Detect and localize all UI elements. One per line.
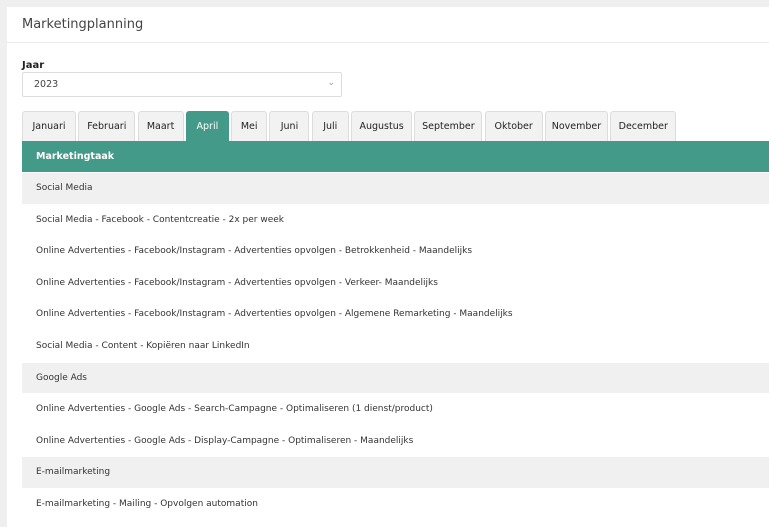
chevron-down-icon: ⌄ (327, 78, 335, 88)
tab-november[interactable]: November (544, 111, 608, 141)
group-row: E-mailmarketing (22, 456, 769, 488)
year-label: Jaar (22, 60, 45, 71)
tab-maart[interactable]: Maart (137, 111, 184, 141)
tab-juni[interactable]: Juni (269, 111, 310, 141)
table-row[interactable]: Social Media - Facebook - Contentcreatie… (22, 203, 769, 236)
table-row[interactable]: Online Advertenties - Facebook/Instagram… (22, 235, 769, 267)
group-row: Google Ads (22, 361, 769, 394)
tab-december[interactable]: December (610, 111, 677, 141)
marketing-planning-card: Marketingplanning Jaar 2023 ⌄ Januari Feb… (7, 7, 769, 527)
column-header-marketingtaak: Marketingtaak (22, 141, 769, 172)
tab-september[interactable]: September (414, 111, 483, 141)
year-value: 2023 (34, 79, 59, 90)
tab-april[interactable]: April (185, 111, 229, 141)
table-row[interactable]: Online Advertenties - Facebook/Instagram… (22, 266, 769, 299)
tab-februari[interactable]: Februari (78, 111, 136, 141)
table-row[interactable]: Social Media - Content - Kopiëren naar L… (22, 329, 769, 362)
table-row[interactable]: Online Advertenties - Google Ads - Searc… (22, 393, 769, 425)
tab-januari[interactable]: Januari (22, 111, 76, 141)
group-row: Social Media (22, 172, 769, 204)
table-row[interactable]: Online Advertenties - Google Ads - Displ… (22, 424, 769, 457)
page-title: Marketingplanning (7, 7, 769, 43)
month-tabs: Januari Februari Maart April Mei Juni Juli Augu… (22, 111, 679, 141)
table-row[interactable]: E-mailmarketing - Mailing - Opvolgen aut… (22, 487, 769, 520)
tab-juli[interactable]: Juli (311, 111, 349, 141)
tab-mei[interactable]: Mei (231, 111, 268, 141)
table-row[interactable]: Online Advertenties - Facebook/Instagram… (22, 298, 769, 330)
tab-oktober[interactable]: Oktober (484, 111, 543, 141)
tab-augustus[interactable]: Augustus (351, 111, 413, 141)
tasks-table: Marketingtaak Social Media Social Media -… (22, 141, 769, 520)
year-select[interactable]: 2023 ⌄ (22, 72, 342, 97)
